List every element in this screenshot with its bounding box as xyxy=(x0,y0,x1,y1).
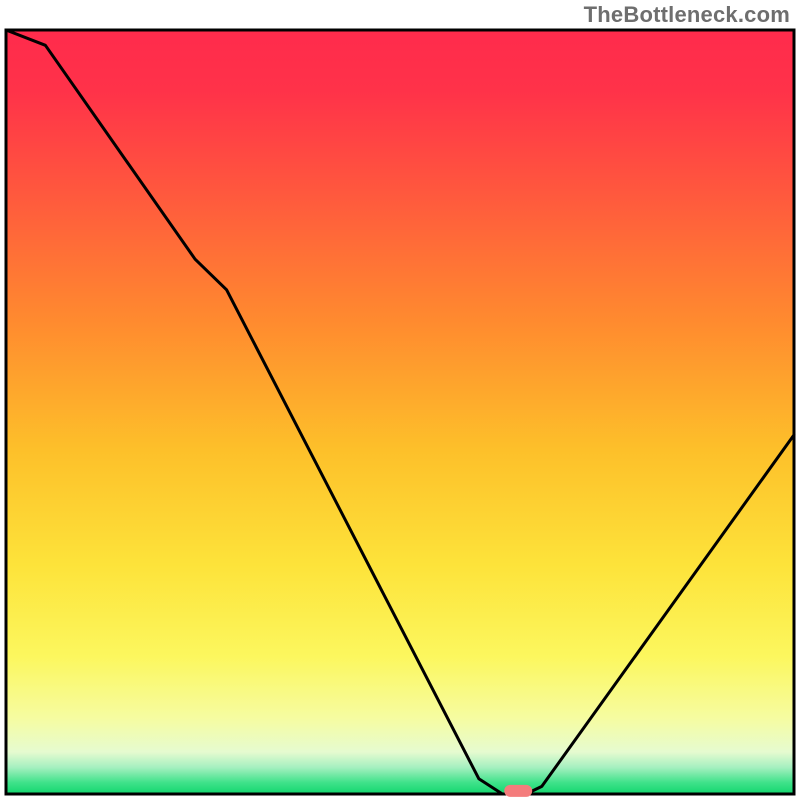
optimal-marker xyxy=(504,785,532,797)
bottleneck-chart xyxy=(0,0,800,800)
plot-background xyxy=(6,30,794,794)
